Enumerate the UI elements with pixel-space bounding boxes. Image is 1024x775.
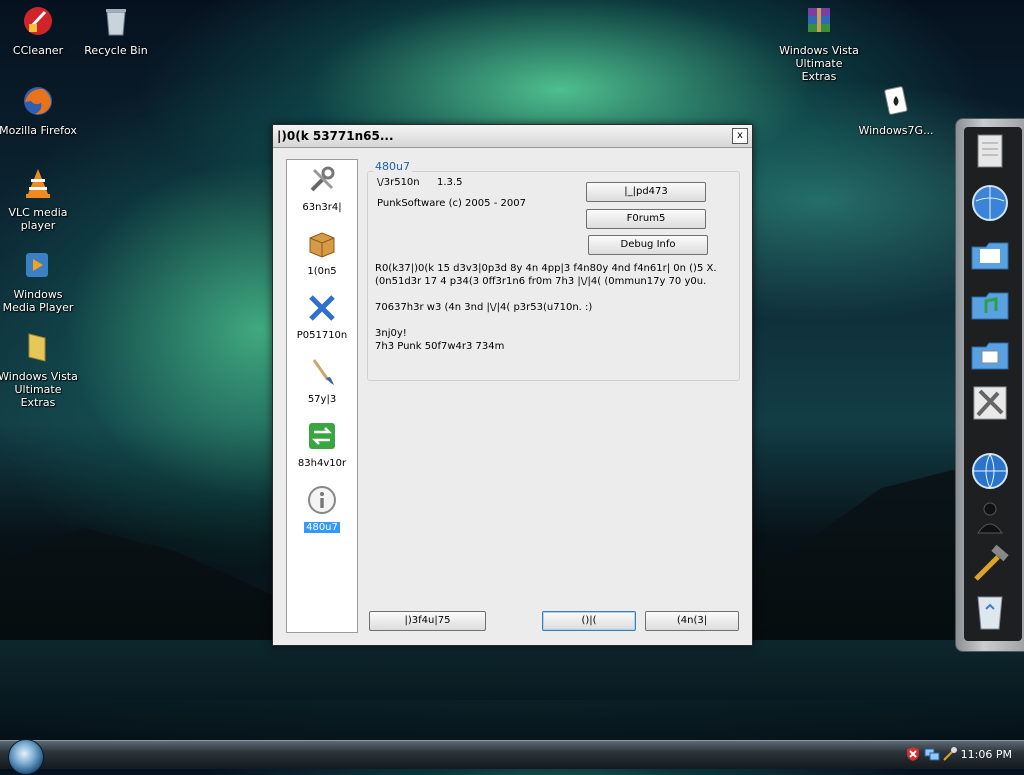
desktop-icon-label: Recycle Bin — [84, 44, 148, 57]
brush-icon — [312, 359, 334, 385]
box-icon — [309, 232, 335, 258]
dock — [955, 118, 1024, 652]
cancel-button[interactable]: (4n(3| — [645, 611, 739, 631]
winrar-icon — [808, 8, 830, 32]
media-player-icon — [26, 253, 48, 277]
desktop-icon-label: Windows7G... — [858, 124, 934, 137]
folder-documents-icon[interactable] — [968, 233, 1012, 277]
sidebar-item-label: 63n3r4| — [302, 202, 342, 213]
desktop-icon-label: CCleaner — [12, 44, 64, 57]
security-shield-icon[interactable] — [905, 746, 921, 762]
desktop-icon-vista-extras-rar[interactable]: Windows Vista Ultimate Extras — [777, 4, 861, 83]
firefox-icon — [24, 87, 52, 115]
desktop-icon-label: Mozilla Firefox — [0, 124, 77, 137]
network-globe-icon[interactable] — [968, 449, 1012, 493]
recycle-bin-icon — [106, 9, 126, 36]
folder-music-icon[interactable] — [968, 283, 1012, 327]
vlc-icon — [26, 169, 50, 198]
sidebar-item-label: 83h4v10r — [297, 458, 347, 469]
sidebar-item-icons[interactable]: 1(0n5 — [287, 228, 357, 277]
about-body-line: R0(k37|)0(k 15 d3v3|0p3d 8y 4n 4pp|3 f4n… — [375, 263, 717, 274]
version-value: 1.3.5 — [437, 177, 463, 188]
clock[interactable]: 11:06 PM — [961, 748, 1012, 761]
sidebar-item-label: 1(0n5 — [307, 266, 337, 277]
tools-icon[interactable] — [968, 381, 1012, 425]
sidebar-item-about[interactable]: 480u7 — [287, 484, 357, 533]
updates-button[interactable]: |_|pd473 — [586, 182, 706, 202]
preferences-dialog: |)0(k 53771n65... x 63n3r4| 1(0n5 P05171… — [272, 124, 753, 646]
sidebar-item-label: 57y|3 — [307, 394, 337, 405]
document-icon[interactable] — [968, 131, 1012, 175]
desktop-icon-ccleaner[interactable]: CCleaner — [0, 4, 80, 57]
arrows-swap-icon — [309, 423, 335, 449]
sidebar-item-label: P051710n — [296, 330, 348, 341]
sidebar-item-label: 480u7 — [304, 522, 340, 533]
user-icon[interactable] — [968, 495, 1012, 539]
desktop-icon-recycle-bin[interactable]: Recycle Bin — [74, 4, 158, 57]
dialog-titlebar[interactable]: |)0(k 53771n65... x — [273, 125, 752, 148]
desktop-icon-label: VLC media player — [8, 206, 68, 232]
close-button[interactable]: x — [732, 128, 748, 144]
defaults-button[interactable]: |)3f4u|75 — [369, 611, 486, 631]
desktop-icon-media-player[interactable]: Windows Media Player — [0, 248, 80, 314]
sidebar-item-position[interactable]: P051710n — [287, 292, 357, 341]
folder-icon — [28, 333, 46, 362]
sidebar-item-style[interactable]: 57y|3 — [287, 356, 357, 405]
info-icon — [308, 486, 336, 514]
forums-button[interactable]: F0rum5 — [586, 209, 706, 229]
debug-info-button[interactable]: Debug Info — [588, 235, 708, 255]
recycle-bin-icon[interactable] — [968, 589, 1012, 633]
start-button[interactable] — [8, 739, 44, 775]
about-body-line: 3nj0y! — [375, 328, 407, 339]
taskbar: 11:06 PM — [0, 739, 1024, 775]
ok-button[interactable]: ()|( — [542, 611, 636, 631]
version-label: \/3r510n — [377, 177, 420, 188]
about-body-line: (0n51d3r 17 4 p34(3 0ff3r1n6 fr0m 7h3 |\… — [375, 276, 707, 287]
preferences-sidebar: 63n3r4| 1(0n5 P051710n 57y|3 83h4v10r 48… — [286, 159, 358, 633]
sidebar-item-general[interactable]: 63n3r4| — [287, 164, 357, 213]
card-game-icon — [884, 86, 908, 115]
desktop-icon-windows7g[interactable]: Windows7G... — [854, 84, 938, 137]
desktop-icon-vista-extras[interactable]: Windows Vista Ultimate Extras — [0, 330, 80, 409]
globe-icon[interactable] — [968, 181, 1012, 225]
network-icon[interactable] — [924, 746, 940, 762]
about-body-line: 70637h3r w3 (4n 3nd |\/|4( p3r53(u710n. … — [375, 302, 593, 313]
hammer-icon[interactable] — [968, 543, 1012, 587]
tool-tray-icon[interactable] — [942, 746, 958, 762]
folder-pictures-icon[interactable] — [968, 333, 1012, 377]
desktop-icon-label: Windows Vista Ultimate Extras — [0, 370, 78, 409]
desktop-icon-vlc[interactable]: VLC media player — [0, 166, 80, 232]
desktop-icon-label: Windows Vista Ultimate Extras — [779, 44, 859, 83]
about-body-line: 7h3 Punk 50f7w4r3 734m — [375, 341, 505, 352]
ccleaner-icon — [24, 7, 52, 35]
wallpaper-lake — [0, 640, 1024, 740]
move-arrows-icon — [309, 295, 335, 321]
copyright-text: PunkSoftware (c) 2005 - 2007 — [377, 198, 526, 209]
tools-icon — [310, 166, 335, 192]
about-group-label: 480u7 — [373, 160, 412, 173]
desktop-icon-label: Windows Media Player — [2, 288, 74, 314]
desktop-icon-firefox[interactable]: Mozilla Firefox — [0, 84, 80, 137]
dialog-title: |)0(k 53771n65... — [277, 129, 394, 143]
sidebar-item-behavior[interactable]: 83h4v10r — [287, 420, 357, 469]
